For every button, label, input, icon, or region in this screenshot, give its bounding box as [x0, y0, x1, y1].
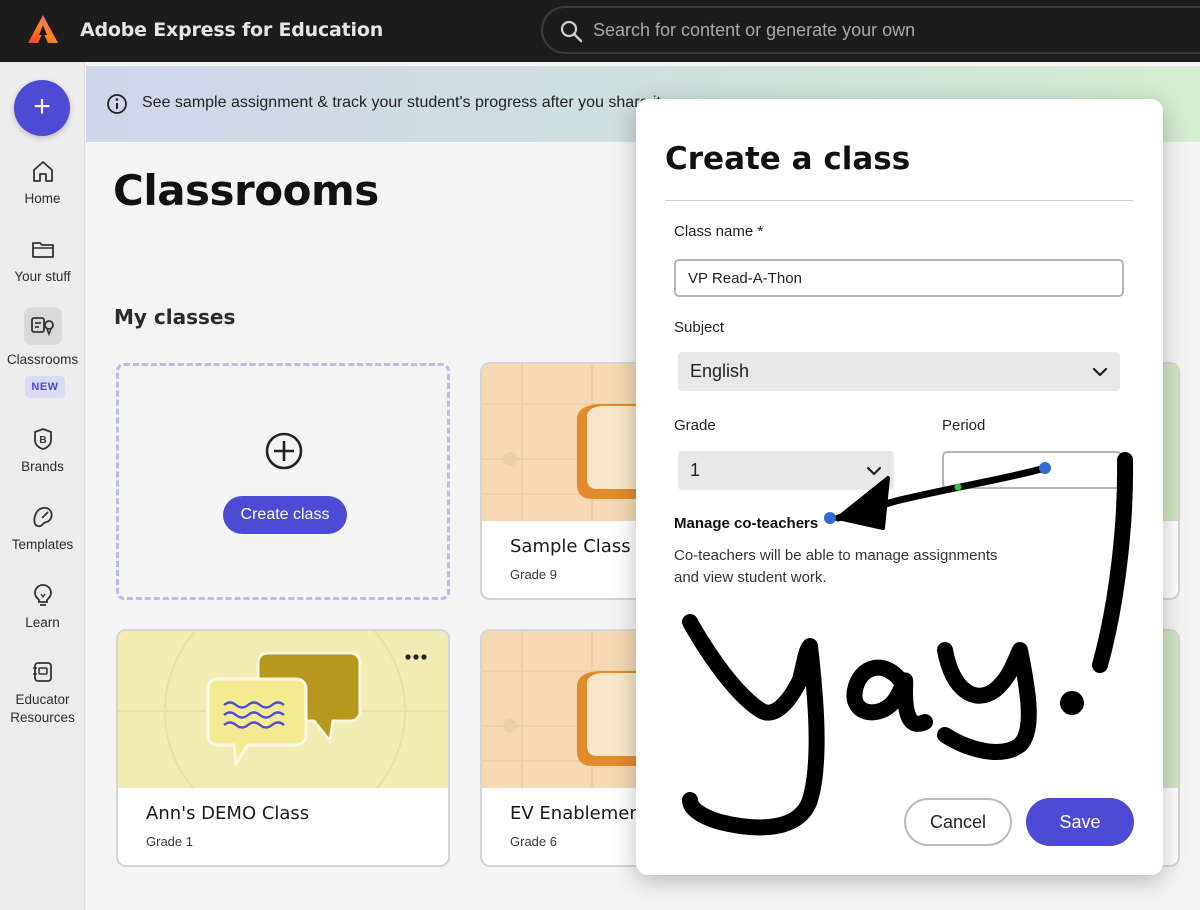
- page-title: Classrooms: [113, 166, 379, 215]
- classrooms-icon: [23, 307, 62, 345]
- co-teachers-desc-line2: and view student work.: [674, 569, 827, 586]
- class-name-field[interactable]: [674, 259, 1124, 297]
- info-icon: [107, 94, 127, 114]
- co-teachers-title: Manage co-teachers: [674, 515, 819, 532]
- sidebar-item-home[interactable]: Home: [0, 158, 85, 208]
- plus-icon: +: [33, 90, 51, 123]
- add-circle-icon: [265, 432, 303, 470]
- subject-dropdown[interactable]: English: [678, 352, 1120, 391]
- banner-text: See sample assignment & track your stude…: [142, 94, 666, 111]
- class-grade: Grade 9: [510, 567, 557, 582]
- create-class-button[interactable]: Create class: [223, 496, 347, 534]
- home-icon: [32, 161, 53, 182]
- create-class-dialog: Create a class Class name * Subject Engl…: [636, 99, 1163, 875]
- class-card[interactable]: Ann's DEMO Class Grade 1: [116, 629, 450, 867]
- co-teachers-desc-line1: Co-teachers will be able to manage assig…: [674, 547, 998, 564]
- class-name: EV Enablement: [510, 803, 648, 824]
- svg-text:B: B: [39, 435, 46, 446]
- sidebar-item-your-stuff[interactable]: Your stuff: [0, 236, 85, 286]
- save-button[interactable]: Save: [1026, 798, 1134, 846]
- sidebar-item-label: Learn: [25, 615, 60, 630]
- subject-value: English: [690, 361, 750, 381]
- cancel-button[interactable]: Cancel: [904, 798, 1012, 846]
- grade-value: 1: [690, 460, 701, 480]
- dialog-title: Create a class: [665, 141, 911, 177]
- co-teachers-description: Co-teachers will be able to manage assig…: [674, 545, 1034, 589]
- lightbulb-icon: [33, 584, 52, 606]
- create-new-button[interactable]: +: [14, 80, 70, 136]
- chevron-down-icon: [1092, 367, 1108, 377]
- adobe-express-logo-icon[interactable]: [26, 13, 60, 45]
- grade-label: Grade: [674, 417, 716, 434]
- period-field[interactable]: [942, 451, 1122, 489]
- period-label: Period: [942, 417, 986, 434]
- search-icon: [560, 20, 583, 43]
- chat-bubbles-illustration-icon: [118, 631, 448, 788]
- class-name: Sample Class - I: [510, 536, 654, 557]
- left-sidebar: + Home Your stuff Classrooms NEW B Brand…: [0, 62, 85, 910]
- chevron-down-icon: [866, 466, 882, 476]
- sidebar-item-brands[interactable]: B Brands: [0, 426, 85, 476]
- search-input[interactable]: [593, 20, 1193, 41]
- sidebar-item-learn[interactable]: Learn: [0, 582, 85, 632]
- dialog-divider: [665, 200, 1133, 201]
- class-grade: Grade 6: [510, 834, 557, 849]
- search-bar[interactable]: [541, 6, 1200, 54]
- sidebar-item-label: Classrooms: [6, 352, 79, 367]
- create-class-card[interactable]: Create class: [116, 363, 450, 600]
- sidebar-item-label: Templates: [11, 537, 74, 552]
- top-bar: Adobe Express for Education: [0, 0, 1200, 62]
- brand-icon: B: [33, 428, 52, 450]
- sidebar-item-label: Brands: [21, 459, 64, 474]
- sidebar-item-label: Educator Resources: [10, 692, 75, 725]
- templates-icon: [33, 507, 52, 528]
- grade-dropdown[interactable]: 1: [678, 451, 894, 490]
- sidebar-item-templates[interactable]: Templates: [0, 504, 85, 554]
- resources-icon: [32, 662, 52, 682]
- new-badge: NEW: [25, 376, 65, 398]
- subject-label: Subject: [674, 319, 725, 336]
- class-name-label: Class name *: [674, 223, 764, 240]
- class-name: Ann's DEMO Class: [146, 803, 310, 824]
- sidebar-item-label: Your stuff: [14, 269, 71, 284]
- class-grade: Grade 1: [146, 834, 193, 849]
- sidebar-item-label: Home: [24, 191, 61, 206]
- app-title: Adobe Express for Education: [80, 19, 384, 41]
- section-title: My classes: [114, 305, 236, 329]
- sidebar-item-classrooms[interactable]: Classrooms: [0, 307, 85, 369]
- sidebar-item-educator-resources[interactable]: Educator Resources: [0, 659, 85, 727]
- folder-icon: [31, 242, 54, 258]
- more-options-icon[interactable]: [404, 653, 428, 661]
